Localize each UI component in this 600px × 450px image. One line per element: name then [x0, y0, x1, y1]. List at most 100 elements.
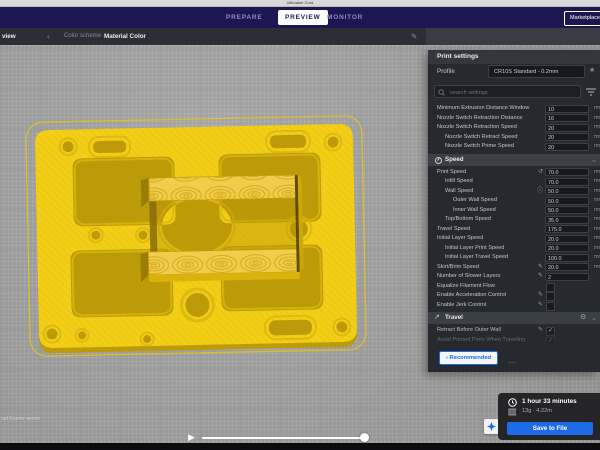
model-plate[interactable] [26, 116, 367, 357]
panel-fade [428, 328, 600, 350]
preview-stage-button[interactable] [484, 419, 499, 434]
panel-footer: ‹ Recommended ⋯ [428, 348, 600, 372]
travel-icon: ↗ [434, 313, 440, 323]
tab-preview[interactable]: PREVIEW [278, 10, 328, 25]
setting-unit: mm/s [594, 225, 600, 234]
setting-label: Nozzle Switch Retract Speed [445, 133, 517, 142]
pencil-icon[interactable]: ✎ [532, 291, 543, 300]
reset-icon[interactable]: ↺ [532, 168, 543, 177]
setting-row: Number of Slower Layers ✎2 [428, 272, 600, 281]
chevron-back-icon[interactable]: ‹ [47, 28, 50, 45]
play-button[interactable]: ▶ [188, 432, 195, 442]
setting-row: Skirt/Brim Speed ✎20.0 mm/s [428, 263, 600, 272]
setting-unit: mm/s [594, 263, 600, 272]
setting-value-field[interactable]: 2 [545, 273, 589, 281]
window-titlebar: Ultimaker Cura [0, 0, 600, 7]
setting-value-field[interactable]: 20.0 [545, 263, 589, 271]
setting-value-field[interactable]: 70.0 [545, 168, 589, 176]
section-label: Travel [445, 312, 463, 324]
setting-label: Skirt/Brim Speed [437, 263, 479, 272]
color-scheme-label: Color scheme [64, 28, 101, 45]
setting-checkbox[interactable] [546, 302, 555, 311]
setting-unit: mm/s [594, 177, 600, 186]
gear-icon[interactable]: ⚙ [580, 312, 586, 324]
pinwheel-icon [484, 419, 499, 434]
setting-value-field[interactable]: 20 [545, 124, 589, 132]
setting-row: Initial Layer Travel Speed 100.0 mm/s [428, 253, 600, 262]
setting-row: Nozzle Switch Retraction Speed 20 mm/s [428, 123, 600, 132]
drag-handle-dots[interactable]: ⋯ [508, 358, 517, 367]
pencil-icon[interactable]: ✎ [532, 272, 543, 281]
setting-label: Travel Speed [437, 225, 470, 234]
settings-rows: Minimum Extrusion Distance Window10mmNoz… [428, 50, 600, 372]
section-header-speed[interactable]: Speed› [428, 154, 600, 166]
setting-label: Infill Speed [445, 177, 473, 186]
setting-unit: mm/s [594, 234, 600, 243]
color-scheme-value[interactable]: Material Color [104, 28, 146, 45]
setting-row: Print Speed↺70.0mm/s [428, 168, 600, 177]
setting-unit: mm/s [594, 206, 600, 215]
save-to-file-button[interactable]: Save to File [507, 422, 593, 435]
pencil-icon[interactable]: ✎ [532, 263, 543, 272]
chevron-down-icon[interactable]: › [587, 318, 599, 320]
setting-unit: mm/s [594, 215, 600, 224]
setting-label: Initial Layer Speed [437, 234, 483, 243]
setting-value-field[interactable]: 20 [545, 143, 589, 151]
view-mode-label[interactable]: view [2, 28, 16, 45]
setting-label: Print Speed [437, 168, 466, 177]
slider-handle[interactable] [360, 433, 369, 442]
setting-row: Initial Layer Print Speed 20.0 mm/s [428, 244, 600, 253]
setting-value-field[interactable]: 20.0 [545, 235, 589, 243]
setting-row: Equalize Filament Flow [428, 282, 600, 291]
gauge-icon [435, 157, 442, 164]
setting-unit: mm/s [594, 244, 600, 253]
setting-value-field[interactable]: 50.0 [545, 206, 589, 214]
printer-settings-bar: CR10S Standard 0.2mm 10% Off On [426, 28, 600, 45]
material-estimate: 13g · 4.22m [522, 408, 552, 414]
setting-label: Number of Slower Layers [437, 272, 500, 281]
setting-label: Wall Speed [445, 187, 473, 196]
setting-row: Enable Acceleration Control ✎ [428, 291, 600, 300]
marketplace-button[interactable]: Marketplace [564, 11, 600, 26]
setting-value-field[interactable]: 35.0 [545, 216, 589, 224]
setting-unit: mm/s [594, 253, 600, 262]
info-icon[interactable]: ⓘ [532, 187, 543, 196]
clock-icon [508, 398, 517, 407]
setting-unit: mm [594, 114, 600, 123]
tab-prepare[interactable]: PREPARE [226, 7, 263, 28]
setting-row: Enable Jerk Control ✎ [428, 301, 600, 310]
setting-label: Initial Layer Print Speed [445, 244, 504, 253]
setting-label: Inner Wall Speed [453, 206, 496, 215]
setting-unit: mm/s [594, 123, 600, 132]
tab-monitor[interactable]: MONITOR [327, 7, 363, 28]
pencil-icon[interactable]: ✎ [411, 28, 417, 45]
setting-value-field[interactable]: 20.0 [545, 244, 589, 252]
setting-label: Enable Acceleration Control [437, 291, 506, 300]
setting-value-field[interactable]: 20 [545, 133, 589, 141]
layer-animation-slider[interactable] [202, 437, 366, 439]
setting-unit: mm/s [594, 142, 600, 151]
window-title: Ultimaker Cura [0, 0, 600, 6]
setting-unit: mm/s [594, 196, 600, 205]
setting-row: Initial Layer Speed 20.0 mm/s [428, 234, 600, 243]
setting-value-field[interactable]: 10 [545, 105, 589, 113]
setting-unit: mm [594, 104, 600, 113]
recommended-button[interactable]: ‹ Recommended [439, 351, 498, 365]
setting-label: Equalize Filament Flow [437, 282, 495, 291]
section-header-travel[interactable]: ↗ Travel ⚙› [428, 312, 600, 324]
setting-label: Nozzle Switch Prime Speed [445, 142, 514, 151]
pencil-icon[interactable]: ✎ [532, 301, 543, 310]
setting-label: Initial Layer Travel Speed [445, 253, 508, 262]
setting-value-field[interactable]: 100.0 [545, 254, 589, 262]
bottom-window-edge [0, 443, 600, 450]
setting-label: Enable Jerk Control [437, 301, 486, 310]
setting-row: Nozzle Switch Prime Speed 20 mm/s [428, 142, 600, 151]
setting-value-field[interactable]: 70.0 [545, 178, 589, 186]
setting-value-field[interactable]: 50.0 [545, 187, 589, 195]
setting-row: Nozzle Switch Retraction Distance16mm [428, 114, 600, 123]
chevron-down-icon[interactable]: › [587, 159, 599, 161]
setting-value-field[interactable]: 175.0 [545, 225, 589, 233]
setting-label: Nozzle Switch Retraction Speed [437, 123, 517, 132]
setting-value-field[interactable]: 50.0 [545, 197, 589, 205]
setting-value-field[interactable]: 16 [545, 114, 589, 122]
